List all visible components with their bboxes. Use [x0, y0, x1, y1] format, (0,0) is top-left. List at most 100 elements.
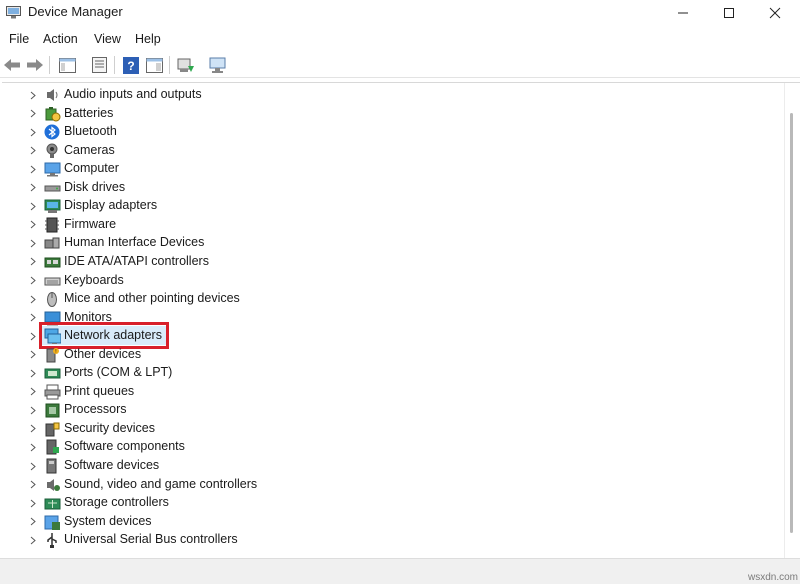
chevron-right-icon[interactable] [28, 292, 38, 306]
processor-icon [45, 403, 60, 418]
tree-item-label: Software devices [64, 458, 160, 472]
tree-item-keyboards[interactable]: Keyboards [2, 272, 762, 290]
usb-icon [47, 533, 57, 549]
scrollbar-thumb[interactable] [790, 113, 793, 533]
chevron-right-icon[interactable] [28, 515, 38, 529]
chevron-right-icon[interactable] [28, 181, 38, 195]
window-title: Device Manager [28, 4, 123, 19]
chevron-right-icon[interactable] [28, 329, 38, 343]
chevron-right-icon[interactable] [28, 422, 38, 436]
bluetooth-icon [44, 124, 60, 140]
chevron-right-icon[interactable] [28, 88, 38, 102]
tree-item-label: Print queues [64, 383, 135, 398]
chevron-right-icon[interactable] [28, 162, 38, 176]
tree-item-label: Disk drives [64, 179, 126, 194]
forward-arrow-icon [27, 59, 43, 71]
tree-item-software-components[interactable]: Software components [2, 438, 762, 456]
tree-item-security-devices[interactable]: Security devices [2, 420, 762, 438]
chevron-right-icon[interactable] [28, 125, 38, 139]
maximize-icon [724, 8, 734, 18]
tree-item-label: Display adapters [64, 198, 158, 213]
watermark: wsxdn.com [748, 572, 799, 583]
tree-item-software-devices[interactable]: Software devices [2, 457, 762, 475]
software-device-icon [46, 458, 57, 474]
maximize-button[interactable] [706, 0, 752, 26]
tree-item-firmware[interactable]: Firmware [2, 216, 762, 234]
close-button[interactable] [752, 0, 798, 26]
properties-button[interactable] [89, 55, 109, 75]
scan-hardware-button[interactable] [208, 55, 228, 75]
action-pane-icon [145, 57, 163, 73]
tree-item-ports-com-lpt[interactable]: Ports (COM & LPT) [2, 364, 762, 382]
forward-button[interactable] [25, 55, 45, 75]
firmware-icon [45, 217, 59, 233]
back-button[interactable] [2, 55, 22, 75]
tree-item-processors[interactable]: Processors [2, 401, 762, 419]
battery-icon [45, 106, 61, 122]
tree-item-display-adapters[interactable]: Display adapters [2, 197, 762, 215]
chevron-right-icon[interactable] [28, 144, 38, 158]
chevron-right-icon[interactable] [28, 236, 38, 250]
chevron-right-icon[interactable] [28, 440, 38, 454]
chevron-right-icon[interactable] [28, 311, 38, 325]
tree-item-label: Software components [64, 439, 185, 454]
minimize-button[interactable] [660, 0, 706, 26]
tree-item-batteries[interactable]: Batteries [2, 105, 762, 123]
speaker-icon [47, 89, 58, 101]
software-component-icon [46, 439, 59, 455]
show-hide-console-tree-button[interactable] [57, 55, 77, 75]
tree-item-human-interface-devices[interactable]: Human Interface Devices [2, 234, 762, 252]
chevron-right-icon[interactable] [28, 496, 38, 510]
tree-item-cameras[interactable]: Cameras [2, 142, 762, 160]
tree-item-sound-video-and-game-controllers[interactable]: Sound, video and game controllers [2, 476, 762, 494]
vertical-scrollbar[interactable] [784, 83, 800, 559]
chevron-right-icon[interactable] [28, 348, 38, 362]
chevron-right-icon[interactable] [28, 366, 38, 380]
menu-view[interactable]: View [94, 32, 121, 46]
device-tree-pane: Audio inputs and outputs Batteries Bluetoo… [2, 82, 800, 559]
tree-item-bluetooth[interactable]: Bluetooth [2, 123, 762, 141]
tree-item-storage-controllers[interactable]: Storage controllers [2, 494, 762, 512]
chevron-right-icon[interactable] [28, 218, 38, 232]
chevron-right-icon[interactable] [28, 533, 38, 547]
tree-item-audio-inputs-and-outputs[interactable]: Audio inputs and outputs [2, 86, 762, 104]
action-pane-button[interactable] [144, 55, 164, 75]
computer-icon [44, 162, 61, 177]
tree-item-universal-serial-bus-controllers[interactable]: Universal Serial Bus controllers [2, 531, 762, 549]
menu-help[interactable]: Help [135, 32, 161, 46]
tree-item-print-queues[interactable]: Print queues [2, 383, 762, 401]
toolbar-separator [169, 56, 170, 74]
help-button[interactable]: ? [121, 55, 141, 75]
tree-item-mice-and-other-pointing-devices[interactable]: Mice and other pointing devices [2, 290, 762, 308]
chevron-right-icon[interactable] [28, 403, 38, 417]
tree-item-ide-ata-atapi-controllers[interactable]: IDE ATA/ATAPI controllers [2, 253, 762, 271]
chevron-right-icon[interactable] [28, 199, 38, 213]
menu-action[interactable]: Action [43, 32, 78, 46]
update-driver-icon [177, 58, 194, 72]
back-arrow-icon [4, 59, 20, 71]
tree-item-label: Keyboards [64, 272, 124, 287]
close-icon [769, 7, 781, 19]
mouse-icon [47, 292, 57, 308]
chevron-right-icon[interactable] [28, 274, 38, 288]
tree-item-network-adapters[interactable]: Network adapters [2, 322, 762, 350]
update-driver-button[interactable] [176, 55, 196, 75]
sound-controller-icon [47, 478, 60, 491]
toolbar-separator [114, 56, 115, 74]
device-manager-app-icon [6, 6, 21, 19]
svg-text:?: ? [127, 59, 134, 73]
tree-item-computer[interactable]: Computer [2, 160, 762, 178]
chevron-right-icon[interactable] [28, 107, 38, 121]
chevron-right-icon[interactable] [28, 385, 38, 399]
tree-item-other-devices[interactable]: ! Other devices [2, 346, 762, 364]
chevron-right-icon[interactable] [28, 478, 38, 492]
tree-item-label: Bluetooth [64, 124, 117, 139]
chevron-right-icon[interactable] [28, 459, 38, 473]
menu-file[interactable]: File [9, 32, 29, 46]
tree-item-disk-drives[interactable]: Disk drives [2, 179, 762, 197]
tree-item-label: Universal Serial Bus controllers [64, 532, 238, 547]
tree-item-label: Processors [64, 402, 127, 417]
tree-item-label: Sound, video and game controllers [64, 476, 258, 491]
tree-item-system-devices[interactable]: System devices [2, 513, 762, 531]
chevron-right-icon[interactable] [28, 255, 38, 269]
